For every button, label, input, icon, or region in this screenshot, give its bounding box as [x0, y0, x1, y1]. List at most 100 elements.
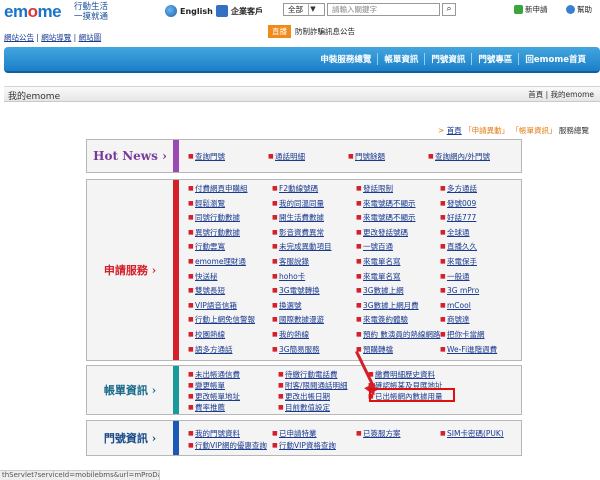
help-icon: [566, 5, 575, 14]
site-guide-link[interactable]: 網站導覽: [41, 33, 71, 42]
new-apply-icon: [514, 5, 523, 14]
apply-item-link[interactable]: 3G數據上網月費: [363, 301, 419, 310]
apply-item-link[interactable]: 3G電號轉換: [279, 286, 320, 295]
apply-item-link[interactable]: 3G數據上網: [363, 286, 404, 295]
number-item-link[interactable]: SIM卡密碼(PUK): [447, 429, 504, 438]
billing-item-link[interactable]: 更改出帳日期: [285, 392, 330, 401]
hot-news-item-link[interactable]: 門號餘額: [355, 152, 385, 161]
apply-item-link[interactable]: 發號009: [447, 199, 476, 208]
new-apply-link[interactable]: 新申請: [514, 4, 548, 15]
billing-item-link[interactable]: 未出帳通信費: [195, 370, 240, 379]
apply-item-link[interactable]: 國際數據漫遊: [279, 315, 324, 324]
apply-item-link[interactable]: VIP語音信箱: [195, 301, 237, 310]
billing-item-link[interactable]: 變更帳單: [195, 381, 225, 390]
number-bar: [173, 421, 179, 455]
apply-item-link[interactable]: 3G mPro: [447, 286, 479, 295]
apply-item-link[interactable]: We-Fi進階週費: [447, 345, 497, 354]
search-input[interactable]: 請輸入關鍵字: [327, 3, 440, 16]
number-item-link[interactable]: 行動VIP資格查詢: [279, 441, 336, 450]
nav-item-services[interactable]: 申裝服務總覽: [314, 53, 377, 65]
hot-news-item-link[interactable]: 查詢網內/外門號: [435, 152, 490, 161]
apply-item-link[interactable]: 更改發話號碼: [363, 228, 408, 237]
sitemap-link[interactable]: 網站圖: [79, 33, 102, 42]
apply-item-link[interactable]: 好話777: [447, 213, 476, 222]
apply-item-link[interactable]: 來電號碼不顯示: [363, 199, 416, 208]
top-header: emome 行動生活 一摸就通 English 企業客戶 全部 ▼ 請輸入關鍵字…: [0, 0, 600, 22]
site-announcement-link[interactable]: 網站公告: [4, 33, 34, 42]
apply-item-link[interactable]: 雙號長短: [195, 286, 225, 295]
apply-item-link[interactable]: 換選號: [279, 301, 302, 310]
apply-item-link[interactable]: 行動雲寬: [195, 242, 225, 251]
apply-item-link[interactable]: 行動上網免信警報: [195, 315, 255, 324]
billing-item-link[interactable]: 待繳行動電話費: [285, 370, 338, 379]
tag-home-link[interactable]: 首頁: [447, 126, 462, 135]
apply-item-link[interactable]: 一號百通: [363, 242, 393, 251]
english-link[interactable]: English: [165, 5, 213, 17]
apply-item-link[interactable]: 未完成異動項目: [279, 242, 332, 251]
number-item-link[interactable]: 我的門號資料: [195, 429, 240, 438]
apply-item-link[interactable]: 語多方通話: [195, 345, 233, 354]
apply-item-link[interactable]: 發話限制: [363, 184, 393, 193]
apply-item-link[interactable]: hoho卡: [279, 272, 305, 281]
help-link[interactable]: 幫助: [566, 4, 592, 15]
apply-item-link[interactable]: 來電號碼不顯示: [363, 213, 416, 222]
nav-item-number[interactable]: 門號資訊: [424, 53, 471, 65]
apply-item-link[interactable]: 付費網頁申購組: [195, 184, 248, 193]
number-item-link[interactable]: 已申請特業: [279, 429, 317, 438]
apply-item-link[interactable]: mCool: [447, 301, 471, 310]
search-icon[interactable]: ⌕: [442, 3, 456, 16]
bullet-icon: ■: [188, 258, 194, 265]
bullet-icon: ■: [356, 185, 362, 192]
apply-item-link[interactable]: 把你卡當網: [447, 330, 485, 339]
apply-item-link[interactable]: 開生活費數據: [279, 213, 324, 222]
apply-item-link[interactable]: 同號行動數據: [195, 213, 240, 222]
apply-item-link[interactable]: 客服說錄: [279, 257, 309, 266]
bullet-icon: ■: [188, 345, 194, 353]
apply-item-link[interactable]: 商號達: [447, 315, 470, 324]
bullet-icon: ■: [356, 331, 362, 338]
number-item-link[interactable]: 已簽服方案: [363, 429, 401, 438]
bullet-icon: ■: [440, 214, 446, 222]
billing-item-link[interactable]: 附客/限閱通話明細: [285, 381, 348, 390]
tag-billing[interactable]: 「帳單資訊」: [511, 126, 556, 135]
apply-item-link[interactable]: 來電簽約體驗: [363, 315, 408, 324]
announcement-text[interactable]: 防制詐騙訊息公告: [295, 26, 355, 37]
apply-item-link[interactable]: 全球通: [447, 228, 470, 237]
apply-item-link[interactable]: 3G簡易服務: [279, 345, 320, 354]
hot-news-item-link[interactable]: 查詢門號: [195, 152, 225, 161]
apply-item-link[interactable]: 來電保手: [447, 257, 477, 266]
enterprise-link[interactable]: 企業客戶: [216, 5, 263, 17]
apply-item-link[interactable]: 來電單名寫: [363, 272, 401, 281]
apply-item-link[interactable]: 預約 數演員的熱線網路: [363, 330, 440, 339]
nav-item-number-zone[interactable]: 門號專區: [471, 53, 518, 65]
billing-item-link[interactable]: 更改帳單地址: [195, 392, 240, 401]
apply-item-link[interactable]: 直播久久: [447, 242, 477, 251]
apply-item-link[interactable]: 來電單名寫: [363, 257, 401, 266]
nav-item-billing[interactable]: 帳單資訊: [377, 53, 424, 65]
apply-item-link[interactable]: 輕鬆瀏覽: [195, 199, 225, 208]
hot-news-item-link[interactable]: 通話明細: [275, 152, 305, 161]
billing-item-link[interactable]: 目前數值設定: [285, 403, 330, 412]
apply-item-link[interactable]: F2動線號碼: [279, 184, 318, 193]
apply-label: 申請服務 ›: [103, 263, 157, 278]
billing-item-link[interactable]: 繳費明細歷史資料: [375, 370, 435, 379]
apply-item-link[interactable]: 多方通話: [447, 184, 477, 193]
apply-item-link[interactable]: 校園熱線: [195, 330, 225, 339]
bullet-icon: ■: [268, 153, 274, 160]
apply-item-link[interactable]: 我的熱線: [279, 330, 309, 339]
english-label: English: [180, 6, 213, 16]
apply-item-link[interactable]: 我的同溫同量: [279, 199, 324, 208]
tag-apply[interactable]: 「申請異動」: [464, 126, 509, 135]
apply-item-link[interactable]: emome理財通: [195, 257, 246, 266]
search-scope-select[interactable]: 全部: [283, 3, 325, 16]
emome-logo[interactable]: emome: [4, 2, 62, 22]
apply-item-link[interactable]: 異號行動數據: [195, 228, 240, 237]
billing-item-link[interactable]: 費率推薦: [195, 403, 225, 412]
chevron-down-icon[interactable]: ▼: [308, 4, 317, 15]
apply-item-link[interactable]: 快送秘: [195, 272, 218, 281]
nav-item-home[interactable]: 回emome首頁: [518, 53, 592, 65]
hot-news-label: Hot News ›: [93, 149, 167, 163]
apply-item-link[interactable]: 影音資費異常: [279, 228, 324, 237]
apply-item-link[interactable]: 一般通: [447, 272, 470, 281]
number-item-link[interactable]: 行動VIP網的優惠查詢: [195, 441, 267, 450]
